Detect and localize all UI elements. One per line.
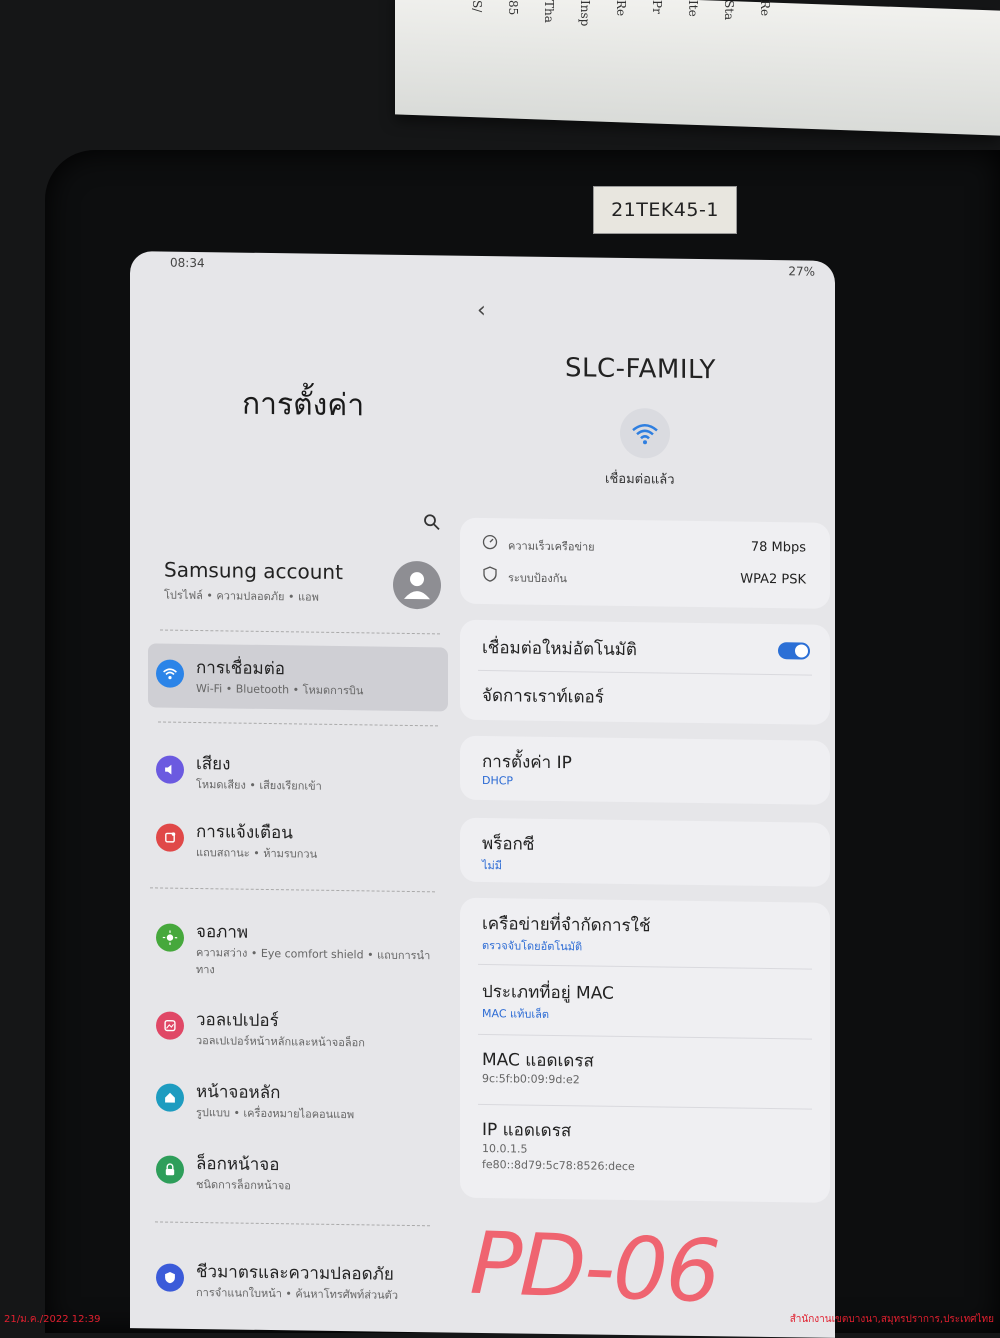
settings-item-wallpaper[interactable]: วอลเปเปอร์ วอลเปเปอร์หน้าหลักและหน้าจอล็… <box>148 995 448 1063</box>
divider <box>478 964 812 970</box>
divider <box>160 629 440 634</box>
settings-item-subtitle: การจำแนกใบหน้า • ค้นหาโทรศัพท์ส่วนตัว <box>196 1284 436 1304</box>
proxy-label: พร็อกซี <box>482 830 534 858</box>
settings-item-label: การแจ้งเตือน <box>196 818 293 846</box>
account-subtitle: โปรไฟล์ • ความปลอดภัย • แอพ <box>164 586 319 606</box>
speed-value: 78 Mbps <box>751 540 806 556</box>
connection-status: เชื่อมต่อแล้ว <box>605 468 675 490</box>
settings-item-home-screen[interactable]: หน้าจอหลัก รูปแบบ • เครื่องหมายไอคอนแอพ <box>148 1067 448 1135</box>
divider <box>478 1104 812 1110</box>
network-name: SLC-FAMILY <box>565 353 716 385</box>
wifi-detail-pane: ‹ SLC-FAMILY เชื่อมต่อแล้ว ความเร็วเครือ… <box>455 256 835 1338</box>
settings-item-subtitle: โหมดเสียง • เสียงเรียกเข้า <box>196 776 436 796</box>
settings-item-lock-screen[interactable]: ล็อกหน้าจอ ชนิดการล็อกหน้าจอ <box>148 1139 448 1207</box>
sun-icon <box>156 923 184 951</box>
tablet-screen: 08:34 27% การตั้งค่า Samsung account โปร… <box>130 251 835 1338</box>
metered-value: ตรวจจับโดยอัตโนมัติ <box>482 936 582 955</box>
home-icon <box>156 1083 184 1111</box>
lock-icon <box>156 1155 184 1183</box>
speedometer-icon <box>482 534 498 550</box>
ip-settings-label: การตั้งค่า IP <box>482 748 572 776</box>
settings-pane: การตั้งค่า Samsung account โปรไฟล์ • ควา… <box>130 251 450 1332</box>
speaker-icon <box>156 755 184 783</box>
metered-label: เครือข่ายที่จำกัดการใช้ <box>482 910 651 939</box>
connection-options-card: เชื่อมต่อใหม่อัตโนมัติ จัดการเราท์เตอร์ <box>460 620 830 725</box>
settings-item-subtitle: Wi-Fi • Bluetooth • โหมดการบิน <box>196 680 436 700</box>
ip-settings-value: DHCP <box>482 774 513 787</box>
paper-text: S/85ThaInspRePrIteStaRe <box>470 0 772 26</box>
shield-icon <box>156 1263 184 1291</box>
settings-item-subtitle: รูปแบบ • เครื่องหมายไอคอนแอพ <box>196 1104 436 1124</box>
settings-item-label: ชีวมาตรและความปลอดภัย <box>196 1258 394 1288</box>
mac-address-label: MAC แอดเดรส <box>482 1046 594 1075</box>
bell-icon <box>156 823 184 851</box>
proxy-row[interactable]: พร็อกซี ไม่มี <box>460 818 830 887</box>
network-info-card: ความเร็วเครือข่าย 78 Mbps ระบบป้องกัน WP… <box>460 518 830 609</box>
ip-address-label: IP แอดเดรส <box>482 1116 571 1144</box>
wifi-icon <box>156 659 184 687</box>
settings-item-subtitle: แถบสถานะ • ห้ามรบกวน <box>196 844 436 864</box>
wifi-icon <box>630 418 660 448</box>
settings-item-label: จอภาพ <box>196 918 248 946</box>
settings-item-label: วอลเปเปอร์ <box>196 1006 279 1034</box>
shield-icon <box>482 566 498 582</box>
photo-date-stamp: 21/ม.ค./2022 12:39 <box>4 1312 101 1327</box>
person-icon <box>393 561 441 610</box>
advanced-card: เครือข่ายที่จำกัดการใช้ ตรวจจับโดยอัตโนม… <box>460 898 830 1203</box>
speed-label: ความเร็วเครือข่าย <box>508 536 595 555</box>
proxy-value: ไม่มี <box>482 856 502 874</box>
security-value: WPA2 PSK <box>740 572 806 588</box>
metered-network-row[interactable]: เครือข่ายที่จำกัดการใช้ ตรวจจับโดยอัตโนม… <box>460 898 830 903</box>
ip-address-v4: 10.0.1.5 <box>482 1142 527 1156</box>
settings-item-subtitle: วอลเปเปอร์หน้าหลักและหน้าจอล็อก <box>196 1032 436 1052</box>
settings-item-sounds[interactable]: เสียง โหมดเสียง • เสียงเรียกเข้า <box>148 739 448 807</box>
auto-reconnect-toggle[interactable] <box>778 642 810 659</box>
divider <box>150 887 435 892</box>
avatar[interactable] <box>393 561 441 610</box>
photo-location-stamp: สำนักงานเขตบางนา,สมุทรปราการ,ประเทศไทย <box>790 1312 994 1327</box>
divider <box>478 1034 812 1040</box>
settings-item-connections[interactable]: การเชื่อมต่อ Wi-Fi • Bluetooth • โหมดการ… <box>148 643 448 711</box>
settings-item-subtitle: ชนิดการล็อกหน้าจอ <box>196 1176 436 1196</box>
page-title: การตั้งค่า <box>242 381 364 430</box>
handwritten-label: PD-06 <box>468 1214 720 1323</box>
settings-item-subtitle: ความสว่าง • Eye comfort shield • แถบการน… <box>196 944 436 981</box>
mac-type-row[interactable]: ประเภทที่อยู่ MAC MAC แท้บเล็ต <box>460 898 830 903</box>
device-label-sticker: 21TEK45-1 <box>593 186 737 234</box>
mac-address-value: 9c:5f:b0:09:9d:e2 <box>482 1072 580 1086</box>
wifi-status-badge <box>620 408 670 459</box>
settings-item-label: การเชื่อมต่อ <box>196 654 285 682</box>
account-title: Samsung account <box>164 558 343 584</box>
ip-address-v6: fe80::8d79:5c78:8526:dece <box>482 1158 635 1173</box>
divider <box>158 721 438 726</box>
settings-item-display[interactable]: จอภาพ ความสว่าง • Eye comfort shield • แ… <box>148 907 448 989</box>
settings-item-label: หน้าจอหลัก <box>196 1078 280 1106</box>
divider <box>155 1221 430 1226</box>
ip-settings-row[interactable]: การตั้งค่า IP DHCP <box>460 736 830 805</box>
divider <box>478 670 812 676</box>
mac-type-label: ประเภทที่อยู่ MAC <box>482 978 614 1007</box>
settings-item-security[interactable]: ชีวมาตรและความปลอดภัย การจำแนกใบหน้า • ค… <box>148 1247 448 1315</box>
search-icon[interactable] <box>423 513 441 531</box>
settings-item-label: เสียง <box>196 750 230 777</box>
wallpaper-icon <box>156 1011 184 1039</box>
settings-item-notifications[interactable]: การแจ้งเตือน แถบสถานะ • ห้ามรบกวน <box>148 807 448 875</box>
auto-reconnect-label: เชื่อมต่อใหม่อัตโนมัติ <box>482 634 637 663</box>
manage-router-link[interactable]: จัดการเราท์เตอร์ <box>482 682 604 711</box>
back-arrow-icon[interactable]: ‹ <box>477 298 486 323</box>
security-label: ระบบป้องกัน <box>508 568 567 587</box>
mac-type-value: MAC แท้บเล็ต <box>482 1004 549 1023</box>
settings-item-label: ล็อกหน้าจอ <box>196 1150 279 1178</box>
